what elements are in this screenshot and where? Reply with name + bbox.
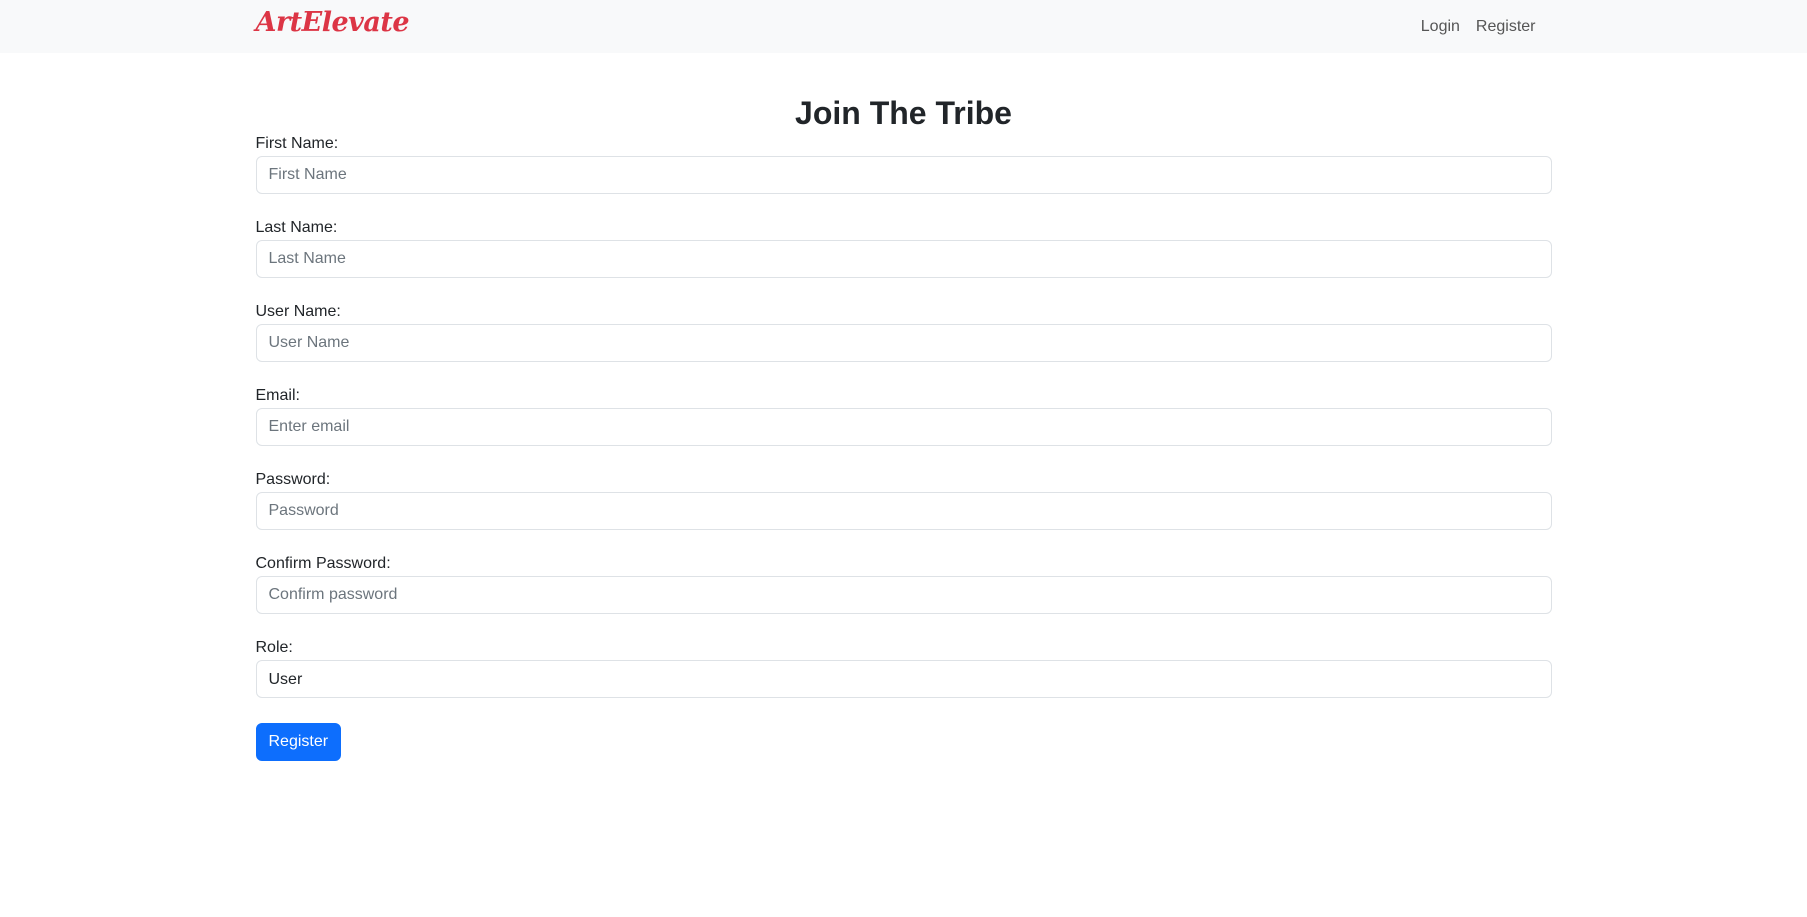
last-name-label: Last Name: [255,219,338,237]
first-name-label: First Name: [255,135,339,153]
register-form: First Name: Last Name: User Name: Email:… [255,134,1552,762]
navbar-container: ArtElevate Login Register [256,0,1552,53]
main-content: Join The Tribe First Name: Last Name: Us… [255,94,1552,762]
confirm-password-input[interactable] [255,576,1552,615]
confirm-password-label: Confirm Password: [255,555,391,573]
last-name-group: Last Name: [255,218,1552,279]
email-label: Email: [255,387,300,405]
first-name-group: First Name: [255,134,1552,195]
nav-link-register[interactable]: Register [1468,18,1544,36]
role-label: Role: [255,639,293,657]
page-title: Join The Tribe [795,95,1012,131]
last-name-input[interactable] [255,240,1552,279]
register-button[interactable]: Register [255,723,342,762]
email-input[interactable] [255,408,1552,447]
email-group: Email: [255,386,1552,447]
user-name-input[interactable] [255,324,1552,363]
nav-links: Login Register [1413,0,1544,53]
password-input[interactable] [255,492,1552,531]
navbar: ArtElevate Login Register [0,0,1807,53]
first-name-input[interactable] [255,156,1552,195]
brand-logo[interactable]: ArtElevate [256,7,410,39]
password-group: Password: [255,470,1552,531]
password-label: Password: [255,471,331,489]
role-select[interactable]: User [255,660,1552,699]
nav-link-login[interactable]: Login [1413,18,1468,36]
user-name-label: User Name: [255,303,341,321]
user-name-group: User Name: [255,302,1552,363]
confirm-password-group: Confirm Password: [255,554,1552,615]
role-group: Role: User [255,638,1552,699]
